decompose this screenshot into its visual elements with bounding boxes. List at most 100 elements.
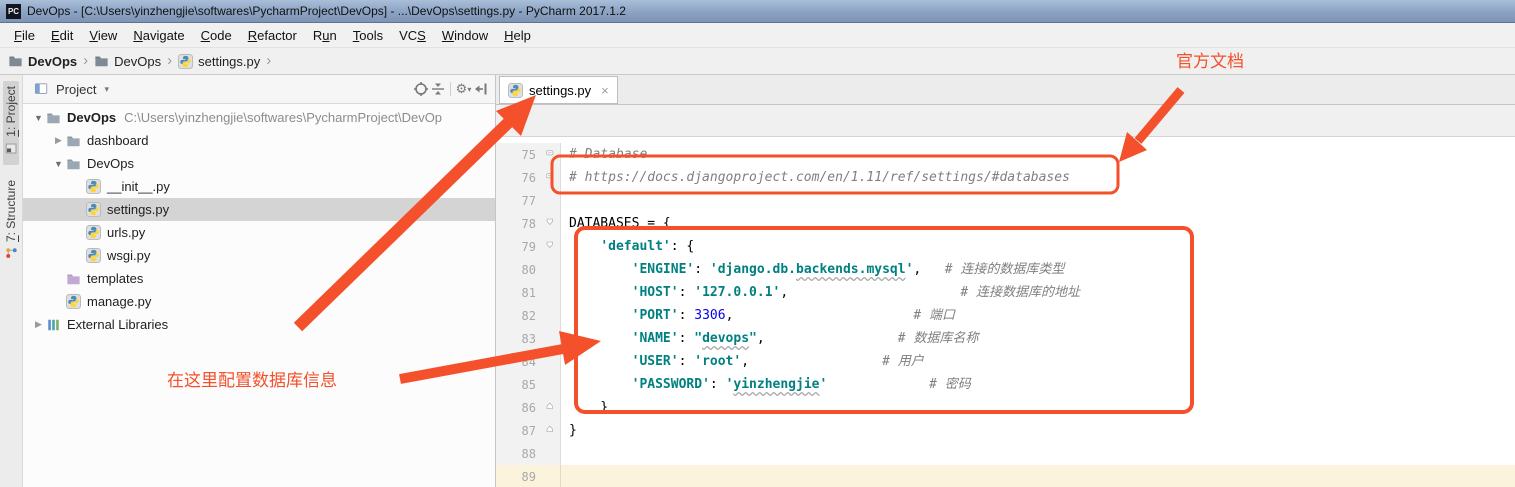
code-line-76: 76 # https://docs.djangoproject.com/en/1.… <box>496 166 1515 189</box>
code-line-81: 81 'HOST': '127.0.0.1', # 连接数据库的地址 <box>496 281 1515 304</box>
tool-window-bar: 1: Project 7: Structure <box>0 75 23 487</box>
fold-marker-up-icon[interactable] <box>543 425 560 436</box>
gear-icon[interactable]: ⚙▾ <box>455 81 472 98</box>
menu-item-edit[interactable]: Edit <box>43 28 81 43</box>
code-text: } <box>561 419 577 442</box>
line-number: 78 <box>496 217 543 231</box>
tree-item-settings-py[interactable]: settings.py <box>23 198 495 221</box>
pycharm-app-icon: PC <box>6 4 21 19</box>
menu-item-navigate[interactable]: Navigate <box>125 28 192 43</box>
folder-icon <box>8 54 23 69</box>
code-text: 'default': { <box>561 235 694 258</box>
collapse-all-icon[interactable] <box>429 81 446 98</box>
editor-tab-bar: settings.py × <box>496 75 1515 105</box>
code-text: # https://docs.djangoproject.com/en/1.11… <box>561 166 1070 189</box>
code-line-78: 78 DATABASES = { <box>496 212 1515 235</box>
project-panel: Project ▾ ⚙▾ ▼DevOpsC:\Users\yinzhengjie… <box>23 75 496 487</box>
code-text: } <box>561 396 608 419</box>
expand-arrow-right-icon[interactable]: ▶ <box>51 135 66 146</box>
code-text: DATABASES = { <box>561 212 671 235</box>
expand-arrow-down-icon[interactable]: ▼ <box>51 159 66 169</box>
code-line-84: 84 'USER': 'root', # 用户 <box>496 350 1515 373</box>
menu-item-refactor[interactable]: Refactor <box>240 28 305 43</box>
code-editor[interactable]: 75 # Database 76 # https://docs.djangoproje… <box>496 137 1515 487</box>
menu-item-help[interactable]: Help <box>496 28 539 43</box>
menu-item-tools[interactable]: Tools <box>345 28 391 43</box>
tree-item-manage-py[interactable]: manage.py <box>23 290 495 313</box>
tool-window-button-project[interactable]: 1: Project <box>3 81 19 165</box>
code-line-88: 88 <box>496 442 1515 465</box>
code-text: 'NAME': "devops", # 数据库名称 <box>561 327 978 350</box>
line-number: 86 <box>496 401 543 415</box>
tree-item-label: templates <box>87 271 143 286</box>
code-text: 'PASSWORD': 'yinzhengjie' # 密码 <box>561 373 971 396</box>
python-file-icon <box>508 83 523 98</box>
code-line-86: 86 } <box>496 396 1515 419</box>
main-area: 1: Project7: Structure Project ▾ ⚙▾ ▼Dev… <box>0 75 1515 487</box>
line-number: 76 <box>496 171 543 185</box>
menu-item-code[interactable]: Code <box>193 28 240 43</box>
folder-icon <box>66 156 83 172</box>
line-number: 82 <box>496 309 543 323</box>
code-line-89: 89 <box>496 465 1515 487</box>
fold-marker-minus-icon[interactable] <box>543 149 560 160</box>
project-panel-icon <box>33 81 50 98</box>
python-file-icon <box>86 225 103 241</box>
hide-panel-icon[interactable] <box>472 81 489 98</box>
code-line-80: 80 'ENGINE': 'django.db.backends.mysql',… <box>496 258 1515 281</box>
folder-icon <box>66 133 83 149</box>
tool-window-button-structure[interactable]: 7: Structure <box>3 175 19 270</box>
fold-marker-down-icon[interactable] <box>543 241 560 252</box>
title-bar[interactable]: PC DevOps - [C:\Users\yinzhengjie\softwa… <box>0 0 1515 23</box>
libraries-icon <box>46 317 63 333</box>
breadcrumb-separator: › <box>83 52 88 69</box>
tree-item-wsgi-py[interactable]: wsgi.py <box>23 244 495 267</box>
pycharm-window: PC DevOps - [C:\Users\yinzhengjie\softwa… <box>0 0 1515 487</box>
tab-label: settings.py <box>529 83 591 98</box>
tab-settings-py[interactable]: settings.py × <box>499 76 618 104</box>
menu-item-vcs[interactable]: VCS <box>391 28 434 43</box>
code-text: 'PORT': 3306, # 端口 <box>561 304 955 327</box>
line-number: 87 <box>496 424 543 438</box>
expand-arrow-right-icon[interactable]: ▶ <box>31 319 46 330</box>
project-panel-title: Project <box>56 82 96 97</box>
menu-item-view[interactable]: View <box>81 28 125 43</box>
tree-item-templates[interactable]: templates <box>23 267 495 290</box>
expand-arrow-down-icon[interactable]: ▼ <box>31 113 46 123</box>
breadcrumb-separator: › <box>266 52 271 69</box>
tree-item-dashboard[interactable]: ▶dashboard <box>23 129 495 152</box>
folder-icon <box>94 54 109 69</box>
tree-item-label: settings.py <box>107 202 169 217</box>
line-number: 77 <box>496 194 543 208</box>
code-text: # Database <box>561 143 647 166</box>
tree-item-label: manage.py <box>87 294 151 309</box>
breadcrumb-item-devops[interactable]: DevOps <box>8 54 77 69</box>
breadcrumb-item-settings-py[interactable]: settings.py <box>178 54 260 69</box>
code-text <box>561 465 569 487</box>
menu-item-file[interactable]: File <box>6 28 43 43</box>
menu-item-window[interactable]: Window <box>434 28 496 43</box>
breadcrumb-item-devops[interactable]: DevOps <box>94 54 161 69</box>
python-file-icon <box>86 202 103 218</box>
fold-marker-up-icon[interactable] <box>543 402 560 413</box>
code-line-82: 82 'PORT': 3306, # 端口 <box>496 304 1515 327</box>
menu-item-run[interactable]: Run <box>305 28 345 43</box>
tree-item-urls-py[interactable]: urls.py <box>23 221 495 244</box>
line-number: 84 <box>496 355 543 369</box>
fold-marker-minus-icon[interactable] <box>543 172 560 183</box>
python-file-icon <box>86 248 103 264</box>
fold-marker-down-icon[interactable] <box>543 218 560 229</box>
close-icon[interactable]: × <box>601 83 609 98</box>
project-tool-icon <box>5 142 18 160</box>
locate-icon[interactable] <box>412 81 429 98</box>
tree-item-devops[interactable]: ▼ DevOps <box>23 152 495 175</box>
tree-item-external-libraries[interactable]: ▶External Libraries <box>23 313 495 336</box>
chevron-down-icon[interactable]: ▾ <box>104 84 109 95</box>
tree-item-label: DevOps <box>87 156 134 171</box>
tree-item-label: urls.py <box>107 225 145 240</box>
line-number: 75 <box>496 148 543 162</box>
project-tree: ▼DevOpsC:\Users\yinzhengjie\softwares\Py… <box>23 104 495 487</box>
tree-item-devops[interactable]: ▼DevOpsC:\Users\yinzhengjie\softwares\Py… <box>23 106 495 129</box>
tree-item-__init__-py[interactable]: __init__.py <box>23 175 495 198</box>
line-number: 80 <box>496 263 543 277</box>
